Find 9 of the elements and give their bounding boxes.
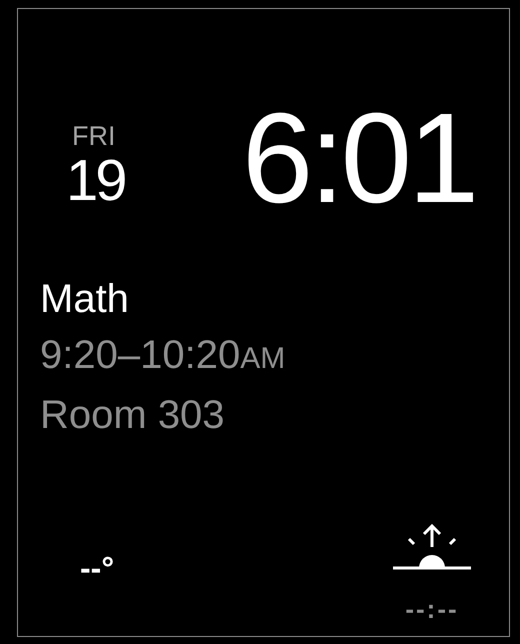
sunrise-time: --:-- xyxy=(405,595,459,623)
event-location: Room 303 xyxy=(40,392,225,439)
day-number: 19 xyxy=(66,151,125,211)
weekday-label: FRI xyxy=(72,121,116,151)
event-title: Math xyxy=(40,276,129,323)
sunrise-icon xyxy=(393,523,471,571)
event-time: 9:20–10:20AM xyxy=(40,332,286,379)
clock-time: 6:01 xyxy=(242,99,476,219)
temperature-reading: --° xyxy=(80,551,114,585)
